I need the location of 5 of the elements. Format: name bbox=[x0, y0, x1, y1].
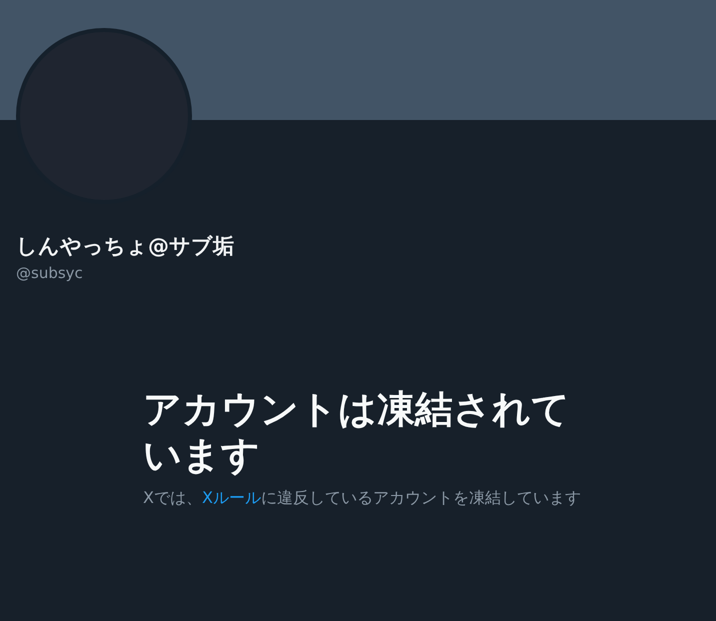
display-name: しんやっちょ@サブ垢 bbox=[16, 233, 235, 260]
rules-link[interactable]: Xルール bbox=[202, 488, 261, 507]
username: @subsyc bbox=[16, 263, 84, 284]
suspension-description: Xでは、Xルールに違反しているアカウントを凍結しています bbox=[143, 487, 582, 509]
suspended-heading: アカウントは凍結されています bbox=[143, 386, 571, 478]
